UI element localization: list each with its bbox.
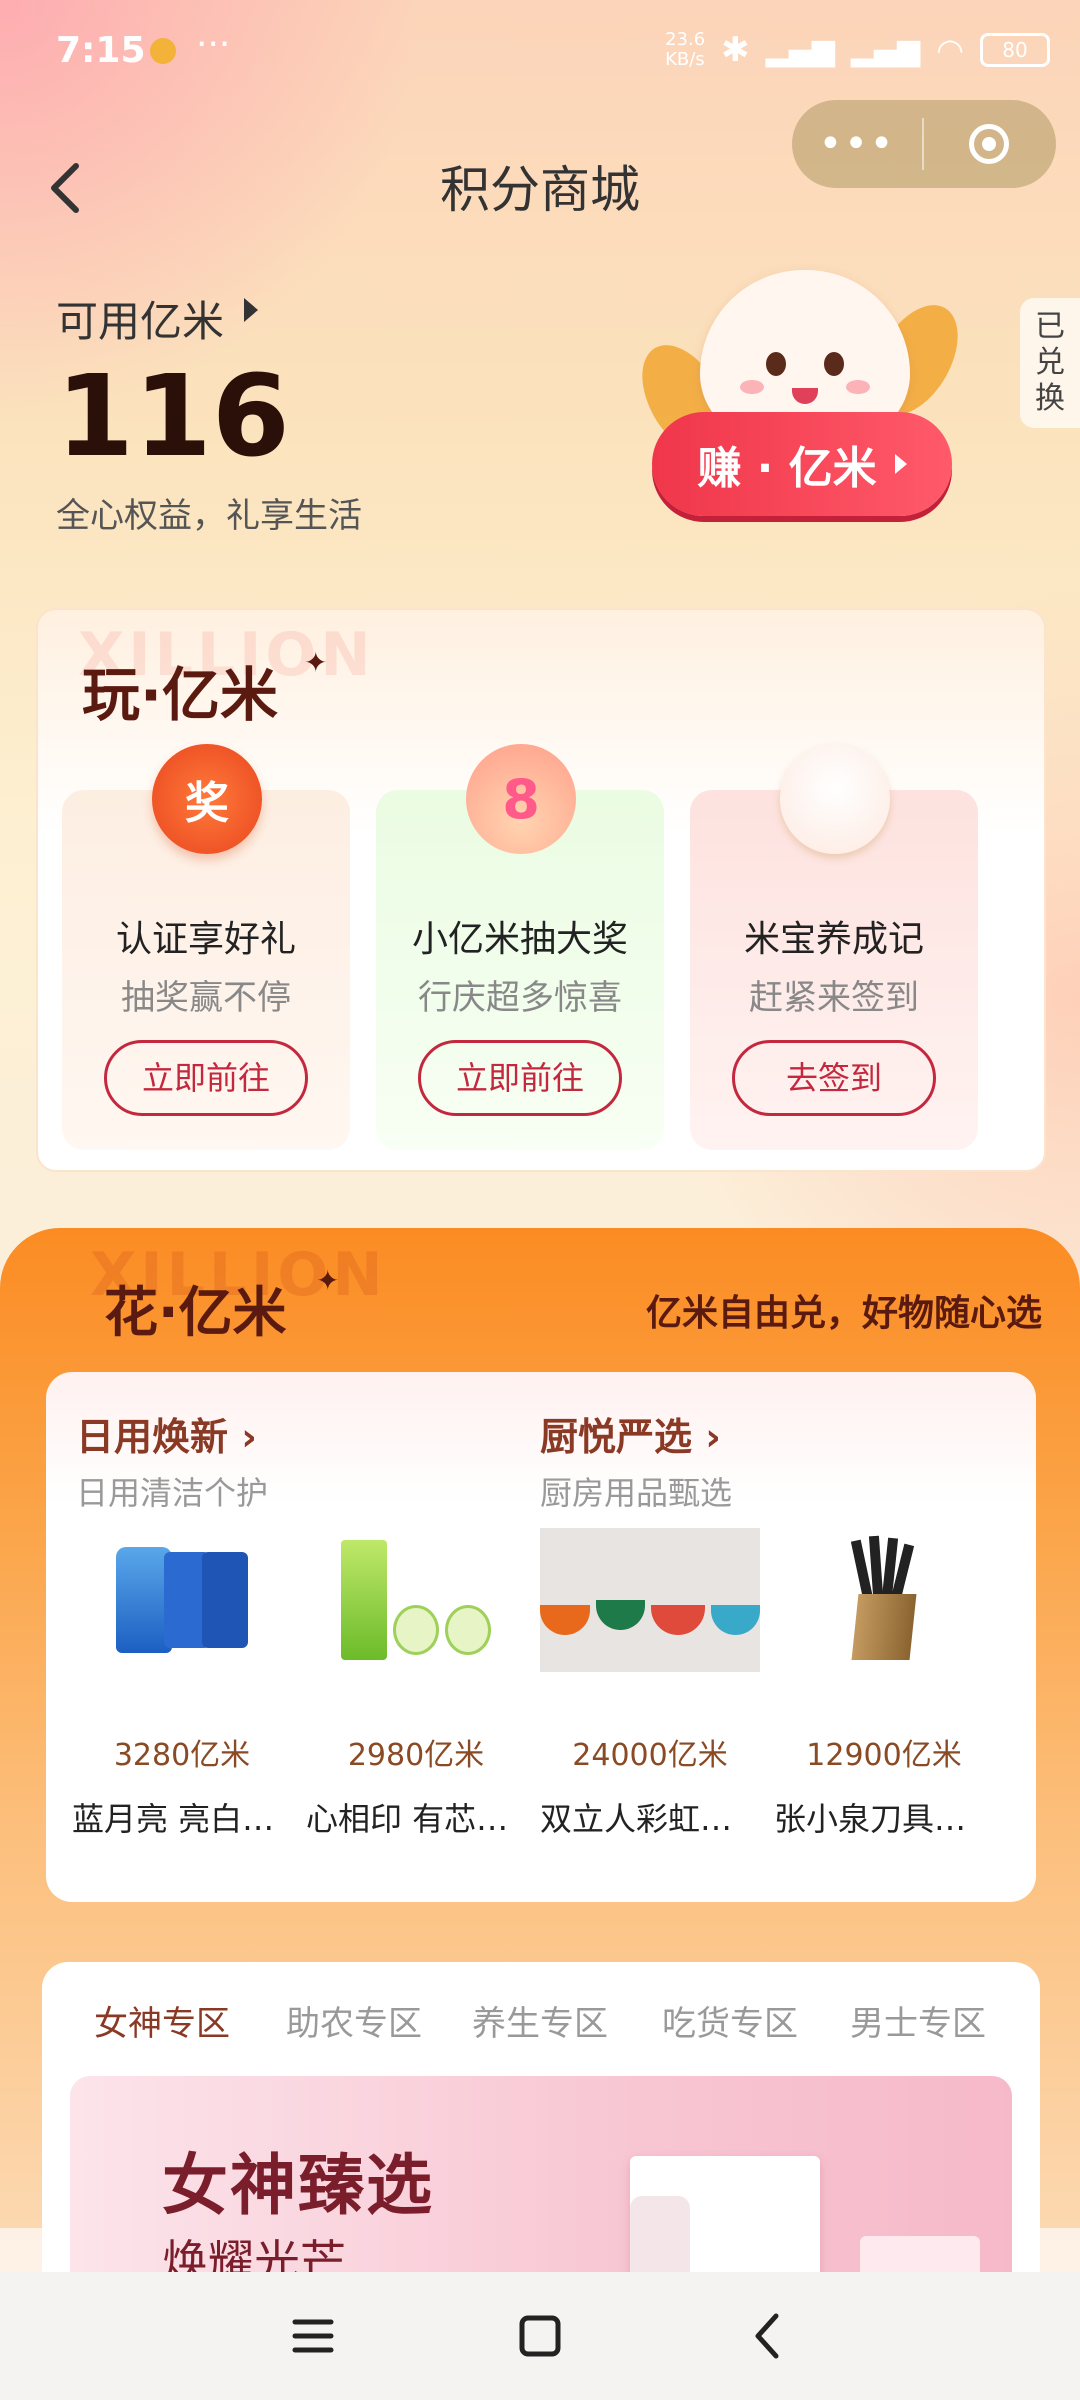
task-card-lottery[interactable]: 8 小亿米抽大奖 行庆超多惊喜 立即前往 <box>376 744 664 1150</box>
detergent-image <box>72 1528 292 1672</box>
tab-foodie[interactable]: 吃货专区 <box>662 1996 798 2045</box>
category-title: 厨悦严选 <box>540 1415 693 1459</box>
home-icon <box>519 2315 561 2357</box>
banner-title: 女神臻选 <box>162 2147 434 2224</box>
goods-item[interactable]: 2980亿米 心相印 有芯… <box>306 1528 526 1840</box>
task-name: 米宝养成记 <box>743 919 924 960</box>
category-daily-link[interactable]: 日用焕新 › <box>76 1406 257 1461</box>
task-subtitle: 赶紧来签到 <box>749 978 919 1018</box>
tab-men[interactable]: 男士专区 <box>850 1996 986 2045</box>
task-go-button[interactable]: 立即前往 <box>104 1040 308 1116</box>
category-title: 日用焕新 <box>76 1415 229 1459</box>
goods-price: 24000亿米 <box>572 1738 728 1773</box>
play-title: 玩·亿米 <box>82 661 279 729</box>
mini-program-capsule: ••• <box>792 100 1056 188</box>
points-arrow-icon <box>244 298 258 322</box>
back-icon <box>755 2313 779 2359</box>
spend-slogan: 亿米自由兑，好物随心选 <box>645 1293 1042 1334</box>
chevron-right-icon: › <box>228 1415 257 1459</box>
goods-card: 日用焕新 › 日用清洁个护 厨悦严选 › 厨房用品甄选 3280亿米 蓝月亮 亮… <box>46 1372 1036 1902</box>
bluetooth-icon: ✱ <box>721 30 750 70</box>
goods-name: 蓝月亮 亮白… <box>72 1800 275 1838</box>
play-section: XILLION 玩·亿米 ✦ 奖 认证享好礼 抽奖赢不停 立即前往 8 小亿米抽… <box>36 608 1046 1172</box>
goods-item[interactable]: 3280亿米 蓝月亮 亮白… <box>72 1528 292 1840</box>
birthday-cake-icon: 8 <box>466 744 576 854</box>
chevron-right-icon: › <box>692 1415 721 1459</box>
sparkle-icon: ✦ <box>316 1264 340 1297</box>
category-subtitle: 日用清洁个护 <box>76 1474 269 1512</box>
category-kitchen-link[interactable]: 厨悦严选 › <box>540 1406 721 1461</box>
mascot-crown-icon <box>780 744 890 854</box>
target-icon <box>969 124 1009 164</box>
redeemed-tab[interactable]: 已 兑 换 <box>1020 298 1080 428</box>
menu-icon <box>292 2319 334 2353</box>
goods-item[interactable]: 24000亿米 双立人彩虹… <box>540 1528 761 1840</box>
knife-block-image <box>774 1528 994 1672</box>
signal-icon: ▂▄▆ <box>765 32 835 68</box>
goods-price: 12900亿米 <box>806 1738 962 1773</box>
notification-icon <box>150 38 176 64</box>
status-bar: 7:15 ··· 23.6 KB/s ✱ ▂▄▆ ▂▄▆ ◠ 80 <box>0 0 1080 100</box>
goods-price: 2980亿米 <box>347 1738 485 1773</box>
goods-name: 张小泉刀具… <box>774 1800 967 1838</box>
points-subtitle: 全心权益，礼享生活 <box>56 496 362 536</box>
task-go-button[interactable]: 立即前往 <box>418 1040 622 1116</box>
task-checkin-button[interactable]: 去签到 <box>732 1040 936 1116</box>
status-more-icon: ··· <box>196 24 231 65</box>
home-button[interactable] <box>505 2301 575 2371</box>
earn-arrow-icon <box>894 454 907 474</box>
system-nav-bar <box>0 2272 1080 2400</box>
goods-name: 心相印 有芯… <box>306 1800 509 1838</box>
capsule-close-button[interactable] <box>924 124 1054 164</box>
sparkle-icon: ✦ <box>304 646 328 679</box>
tab-label: 女神专区 <box>94 2004 230 2044</box>
redeemed-char: 兑 <box>1035 345 1065 380</box>
task-name: 认证享好礼 <box>115 919 296 960</box>
battery-icon: 80 <box>980 33 1050 67</box>
menu-button[interactable] <box>278 2301 348 2371</box>
tissue-image <box>306 1528 526 1672</box>
task-card-checkin[interactable]: 米宝养成记 赶紧来签到 去签到 <box>690 744 978 1150</box>
task-name: 小亿米抽大奖 <box>411 919 628 960</box>
back-nav-button[interactable] <box>732 2301 802 2371</box>
goods-price: 3280亿米 <box>113 1738 251 1773</box>
tab-goddess[interactable]: 女神专区 <box>92 1996 230 2049</box>
task-subtitle: 抽奖赢不停 <box>121 978 291 1018</box>
points-value: 116 <box>56 352 290 482</box>
points-label[interactable]: 可用亿米 <box>56 288 224 349</box>
task-card-verify[interactable]: 奖 认证享好礼 抽奖赢不停 立即前往 <box>62 744 350 1150</box>
wifi-icon: ◠ <box>936 31 964 69</box>
tab-wellness[interactable]: 养生专区 <box>472 1996 608 2045</box>
lottery-badge-icon: 奖 <box>152 744 262 854</box>
status-time: 7:15 <box>56 30 146 71</box>
earn-label: 赚 · 亿米 <box>697 443 877 494</box>
redeemed-char: 换 <box>1035 381 1065 416</box>
capsule-more-button[interactable]: ••• <box>792 121 922 167</box>
task-subtitle: 行庆超多惊喜 <box>418 978 622 1018</box>
status-right: 23.6 KB/s ✱ ▂▄▆ ▂▄▆ ◠ 80 <box>665 30 1050 70</box>
spend-title: 花·亿米 <box>104 1281 287 1344</box>
goods-item[interactable]: 12900亿米 张小泉刀具… <box>774 1528 994 1840</box>
redeemed-char: 已 <box>1035 309 1065 344</box>
signal-icon-2: ▂▄▆ <box>850 32 921 68</box>
earn-points-button[interactable]: 赚 · 亿米 <box>652 412 952 516</box>
tab-farm-aid[interactable]: 助农专区 <box>286 1996 422 2045</box>
bowls-image <box>540 1528 761 1672</box>
goods-name: 双立人彩虹… <box>540 1800 733 1838</box>
network-speed: 23.6 KB/s <box>665 29 706 70</box>
category-subtitle: 厨房用品甄选 <box>540 1474 733 1512</box>
